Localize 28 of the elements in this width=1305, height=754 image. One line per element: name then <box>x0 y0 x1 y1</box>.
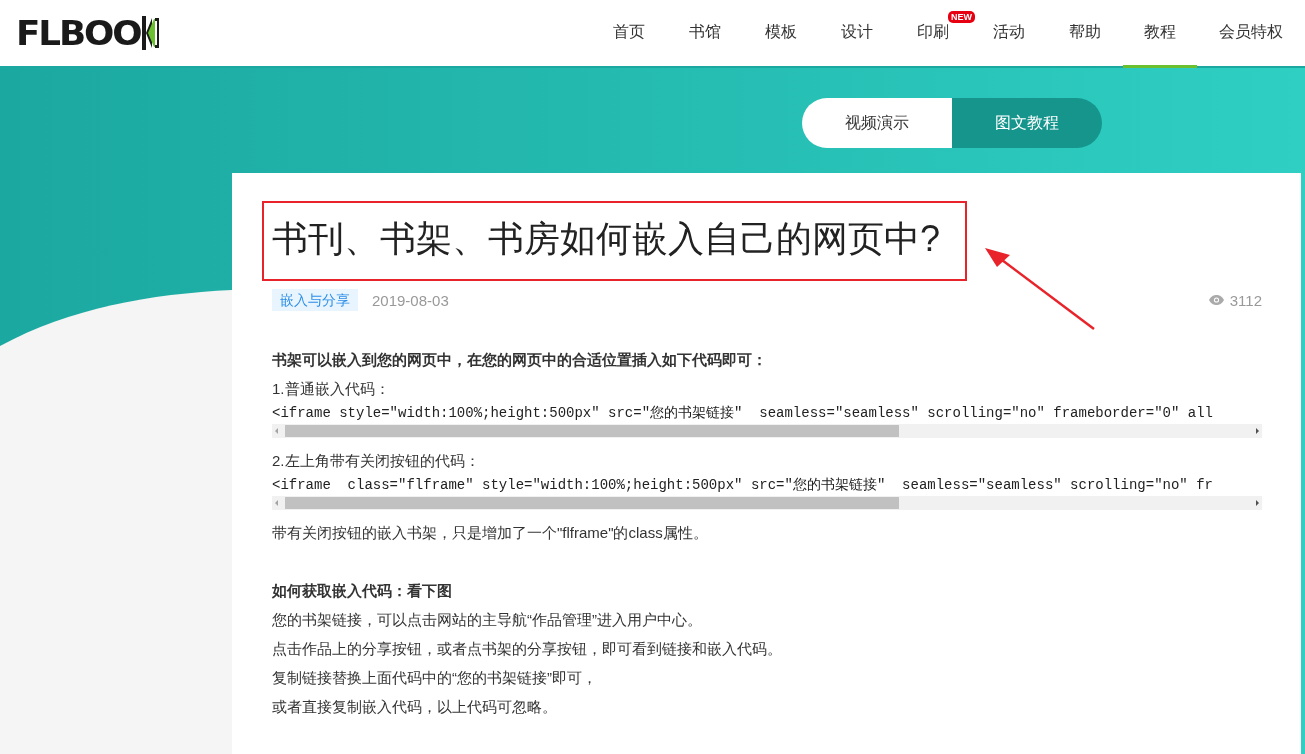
paragraph: 点击作品上的分享按钮，或者点书架的分享按钮，即可看到链接和嵌入代码。 <box>272 639 782 659</box>
section-heading: 如何获取嵌入代码：看下图 <box>272 581 452 601</box>
nav-link[interactable]: 设计 <box>819 0 895 68</box>
code-line: <iframe class="flframe" style="width:100%;height:500px" src="您的书架链接" seamless="seamless" scrolling="no" fr <box>272 476 1213 494</box>
paragraph: 2.左上角带有关闭按钮的代码： <box>272 451 480 471</box>
paragraph: 1.普通嵌入代码： <box>272 379 390 399</box>
paragraph: 或者直接复制嵌入代码，以上代码可忽略。 <box>272 697 557 717</box>
paragraph: 您的书架链接，可以点击网站的主导航“作品管理”进入用户中心。 <box>272 610 702 630</box>
new-badge: NEW <box>948 11 975 23</box>
section-heading: 书架可以嵌入到您的网页中，在您的网页中的合适位置插入如下代码即可： <box>272 350 767 370</box>
view-tab[interactable]: 图文教程 <box>952 98 1102 148</box>
logo-text: FLBOO <box>16 16 141 50</box>
article-title: 书刊、书架、书房如何嵌入自己的网页中? <box>272 217 941 261</box>
paragraph: 带有关闭按钮的嵌入书架，只是增加了一个"flframe"的class属性。 <box>272 523 708 543</box>
publish-date: 2019-08-03 <box>372 291 449 309</box>
logo-mark-icon <box>139 16 160 50</box>
view-count: 3112 <box>1229 291 1262 309</box>
nav-link[interactable]: 书馆 <box>667 0 743 68</box>
horizontal-scrollbar[interactable] <box>272 424 1262 438</box>
nav-link[interactable]: 模板 <box>743 0 819 68</box>
nav-link[interactable]: 帮助 <box>1047 0 1123 68</box>
nav-link[interactable]: 首页 <box>591 0 667 68</box>
horizontal-scrollbar[interactable] <box>272 496 1262 510</box>
code-line: <iframe style="width:100%;height:500px" src="您的书架链接" seamless="seamless" scrolling="no" frameborder="0" all <box>272 404 1213 422</box>
eye-icon <box>1208 295 1224 305</box>
nav-link[interactable]: 会员特权 <box>1197 0 1305 68</box>
view-tab[interactable]: 视频演示 <box>802 98 952 148</box>
paragraph: 复制链接替换上面代码中的“您的书架链接”即可， <box>272 668 597 688</box>
